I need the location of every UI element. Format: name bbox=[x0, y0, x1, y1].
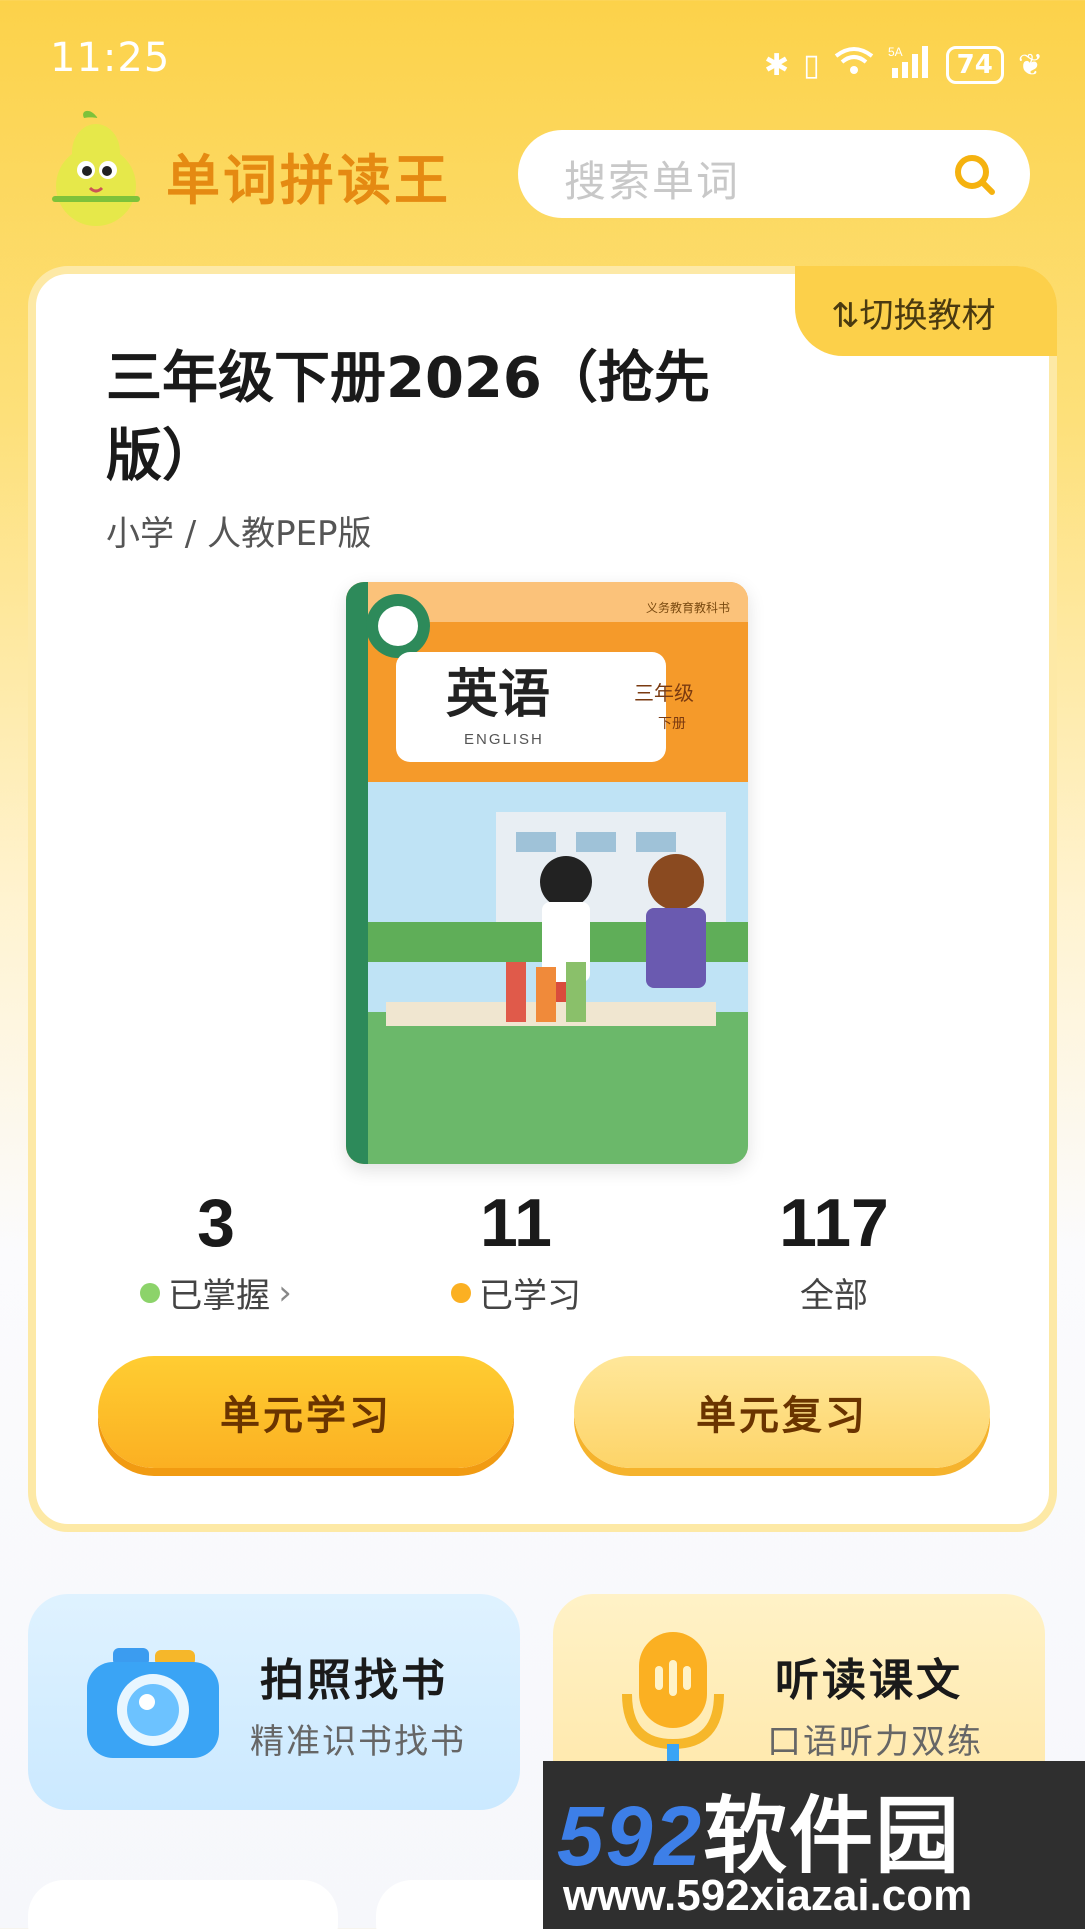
battery-indicator: 74 bbox=[945, 46, 1004, 84]
chevron-right-icon: › bbox=[278, 1272, 292, 1313]
search-placeholder: 搜索单词 bbox=[564, 157, 741, 206]
signal-icon: 5A bbox=[888, 44, 932, 86]
vibrate-icon: ▯ bbox=[803, 47, 820, 83]
search-bar[interactable]: 搜索单词 bbox=[518, 130, 1030, 218]
svg-text:英语: 英语 bbox=[446, 664, 550, 725]
unit-learn-button[interactable]: 单元学习 bbox=[98, 1356, 514, 1468]
swap-icon: ⇅ bbox=[831, 296, 860, 336]
status-time: 11:25 bbox=[50, 35, 171, 81]
svg-text:下册: 下册 bbox=[658, 716, 686, 732]
mastered-label: 已掌握 bbox=[168, 1276, 271, 1316]
bottom-card-left[interactable] bbox=[28, 1880, 338, 1929]
svg-text:5A: 5A bbox=[888, 45, 903, 59]
total-label: 全部 bbox=[800, 1276, 868, 1316]
pear-mascot-logo bbox=[50, 108, 142, 228]
learned-label: 已学习 bbox=[479, 1276, 581, 1316]
leaf-icon: ❦ bbox=[1017, 47, 1043, 83]
book-title: 三年级下册2026（抢先版） bbox=[106, 346, 710, 489]
svg-text:ENGLISH: ENGLISH bbox=[464, 731, 544, 748]
wifi-icon bbox=[834, 46, 874, 84]
camera-icon bbox=[87, 1648, 219, 1758]
photo-find-book-subtitle: 精准识书找书 bbox=[250, 1722, 466, 1762]
book-cover-image[interactable]: 义务教育教科书 英语 ENGLISH 三年级 下册 bbox=[346, 582, 748, 1164]
microphone-icon bbox=[622, 1632, 724, 1774]
book-subtitle: 小学 / 人教PEP版 bbox=[106, 514, 372, 554]
mastered-count: 3 bbox=[197, 1185, 235, 1261]
search-icon[interactable] bbox=[952, 152, 996, 196]
unit-review-button[interactable]: 单元复习 bbox=[574, 1356, 990, 1468]
svg-text:三年级: 三年级 bbox=[634, 681, 694, 705]
switch-textbook-button[interactable]: ⇅切换教材 bbox=[795, 266, 1057, 356]
photo-find-book-card[interactable]: 拍照找书 精准识书找书 bbox=[28, 1594, 520, 1810]
status-icons: ✱ ▯ 5A 74 ❦ bbox=[764, 44, 1043, 86]
site-watermark: 592软件园 www.592xiazai.com bbox=[543, 1761, 1085, 1929]
app-title: 单词拼读王 bbox=[166, 149, 451, 212]
stat-learned: 11 已学习 bbox=[406, 1184, 626, 1317]
listen-read-text-subtitle: 口语听力双练 bbox=[767, 1722, 983, 1762]
switch-textbook-label: ⇅切换教材 bbox=[831, 296, 996, 336]
watermark-url: www.592xiazai.com bbox=[563, 1871, 973, 1920]
learned-count: 11 bbox=[480, 1185, 552, 1261]
stat-mastered[interactable]: 3 已掌握 › bbox=[106, 1184, 326, 1317]
status-bar: 11:25 ✱ ▯ 5A 74 ❦ bbox=[0, 0, 1085, 110]
total-count: 117 bbox=[779, 1185, 889, 1261]
orange-dot-icon bbox=[451, 1282, 471, 1303]
stat-total: 117 全部 bbox=[724, 1184, 944, 1317]
green-dot-icon bbox=[140, 1282, 161, 1303]
listen-read-text-title: 听读课文 bbox=[775, 1655, 963, 1706]
svg-text:义务教育教科书: 义务教育教科书 bbox=[646, 600, 730, 615]
bluetooth-icon: ✱ bbox=[764, 47, 790, 83]
photo-find-book-title: 拍照找书 bbox=[260, 1655, 448, 1706]
book-card: ⇅切换教材 三年级下册2026（抢先版） 小学 / 人教PEP版 义务教育教科书… bbox=[28, 266, 1057, 1532]
